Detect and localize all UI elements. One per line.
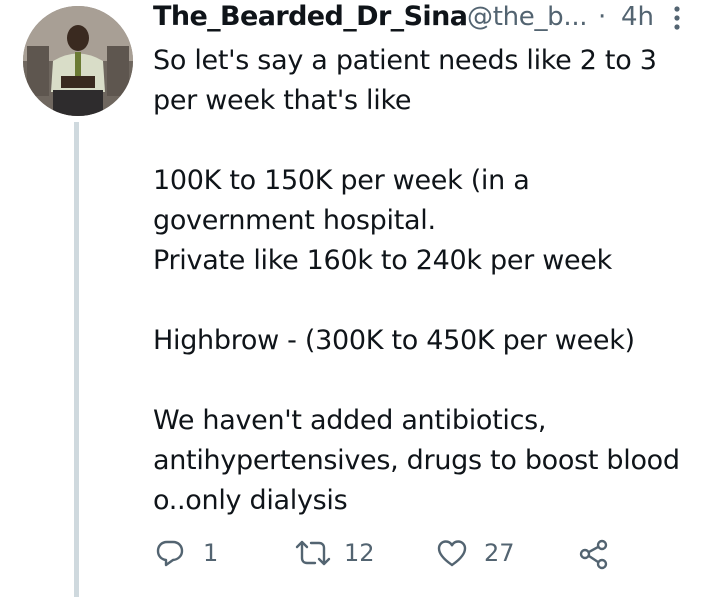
tweet-header: The_Bearded_Dr_Sina @the_b... · 4h — [153, 0, 713, 36]
tweet[interactable]: The_Bearded_Dr_Sina @the_b... · 4h So le… — [0, 0, 720, 597]
share-icon — [579, 539, 608, 570]
tweet-actions: 1 12 27 — [153, 534, 673, 574]
tweet-text: So let's say a patient needs like 2 to 3… — [153, 45, 680, 516]
like-count: 27 — [484, 539, 515, 567]
retweet-icon — [295, 540, 331, 566]
retweet-count: 12 — [344, 539, 375, 567]
user-handle[interactable]: @the_b... — [467, 2, 588, 32]
display-name[interactable]: The_Bearded_Dr_Sina — [153, 1, 468, 32]
more-vertical-icon[interactable] — [668, 4, 686, 32]
timestamp[interactable]: 4h — [621, 2, 654, 32]
heart-icon — [437, 540, 467, 567]
avatar-photo — [23, 6, 133, 116]
reply-icon — [156, 540, 184, 567]
thread-line — [74, 122, 79, 597]
avatar[interactable] — [23, 6, 133, 116]
separator-dot: · — [598, 2, 607, 32]
reply-count: 1 — [203, 539, 219, 567]
